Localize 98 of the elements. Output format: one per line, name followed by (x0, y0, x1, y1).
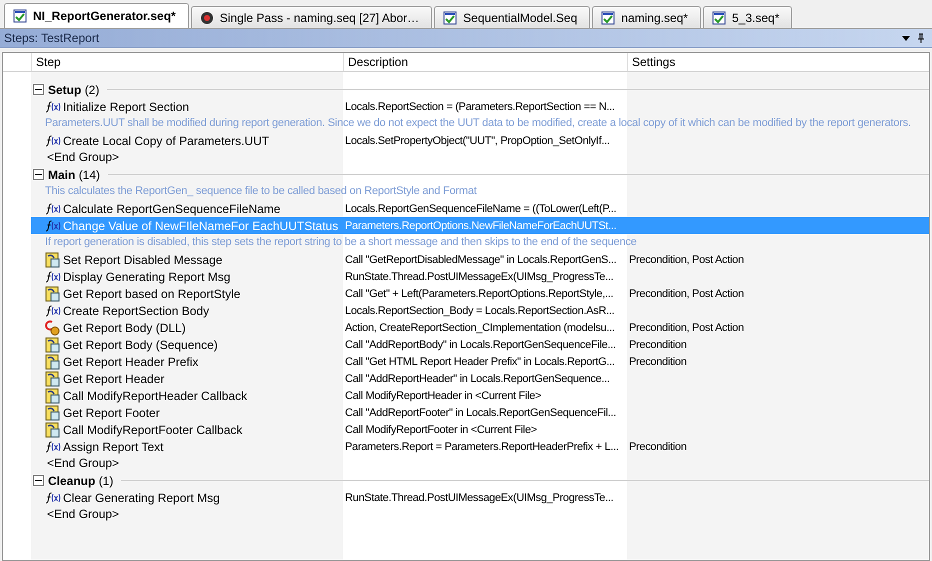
document-tab[interactable]: Single Pass - naming.seq [27] Abor… (190, 6, 432, 28)
step-name: Clear Generating Report Msg (63, 490, 220, 504)
document-call-icon (45, 336, 61, 352)
collapse-toggle[interactable] (33, 84, 44, 95)
step-name: Initialize Report Section (63, 100, 190, 114)
step-name: Get Report based on ReportStyle (63, 286, 240, 300)
step-name: Assign Report Text (63, 440, 164, 454)
step-name: Set Report Disabled Message (63, 252, 222, 266)
end-group-marker: <End Group> (46, 455, 120, 472)
step-row[interactable]: Display Generating Report Msg RunState.Thread.PostUIMessageEx(UIMsg_ProgressTe... (31, 268, 929, 285)
step-row[interactable]: Set Report Disabled Message Call "GetReportDisabledMessage" in Locals.ReportGenS... Precondition, Post Action (31, 251, 929, 268)
step-name: Call ModifyReportFooter Callback (63, 422, 242, 436)
step-description: Locals.ReportSection = (Parameters.ReportSection == N... (344, 100, 616, 112)
function-icon (45, 202, 61, 214)
step-description: Parameters.Report = Parameters.ReportHeaderPrefix + L... (344, 440, 620, 452)
step-name: Get Report Header (63, 372, 164, 386)
step-row[interactable]: Get Report based on ReportStyle Call "Get" + Left(Parameters.ReportOptions.ReportStyle,... Precondition, Post Action (31, 285, 929, 302)
function-icon (45, 270, 61, 282)
step-description: Locals.SetPropertyObject("UUT", PropOption_SetOnlyIf... (344, 134, 611, 146)
step-name: Call ModifyReportHeader Callback (63, 388, 248, 402)
end-group-marker: <End Group> (46, 149, 120, 166)
step-row[interactable]: Assign Report Text Parameters.Report = Parameters.ReportHeaderPrefix + L... Precondition (31, 438, 929, 455)
step-row[interactable]: Initialize Report Section Locals.ReportSection = (Parameters.ReportSection == N... (31, 98, 929, 115)
step-settings: Precondition, Post Action (628, 288, 745, 300)
document-check-icon (601, 10, 616, 24)
document-call-icon (45, 370, 61, 386)
step-comment: If report generation is disabled, this step sets the report string to be a short message and then skips to the end of the sequence (44, 235, 638, 250)
document-call-icon (45, 286, 61, 302)
step-settings: Precondition, Post Action (628, 254, 745, 266)
step-row[interactable]: Create Local Copy of Parameters.UUT Locals.SetPropertyObject("UUT", PropOption_SetOnlyIf... (31, 132, 929, 149)
step-description: Locals.ReportSection_Body = Locals.ReportSection.AsR... (344, 304, 616, 316)
step-name: Create Local Copy of Parameters.UUT (63, 134, 270, 148)
document-tab[interactable]: naming.seq* (592, 6, 701, 28)
step-description: Call "AddReportBody" in Locals.ReportGenSequenceFile... (344, 338, 617, 350)
function-icon (45, 304, 61, 316)
step-name: Change Value of NewFIleNameFor EachUUTStatus (63, 218, 338, 232)
step-name: Get Report Body (Sequence) (63, 338, 218, 352)
function-icon (45, 492, 61, 504)
step-name: Calculate ReportGenSequenceFileName (63, 202, 280, 216)
step-description: Action, CreateReportSection_CImplementation (modelsu... (344, 322, 616, 334)
step-description: Call "GetReportDisabledMessage" in Locals.ReportGenS... (344, 254, 618, 266)
step-settings: Precondition (628, 338, 688, 350)
group-header: Cleanup (1) (48, 474, 114, 488)
step-name: Get Report Header Prefix (63, 354, 198, 368)
step-settings: Precondition (628, 356, 688, 368)
step-row[interactable]: Get Report Body (DLL) Action, CreateReportSection_CImplementation (modelsu... Precondition, Post Action (31, 319, 929, 336)
document-call-icon (45, 354, 61, 370)
document-tab[interactable]: SequentialModel.Seq (434, 6, 590, 28)
step-row[interactable]: Clear Generating Report Msg RunState.Thread.PostUIMessageEx(UIMsg_ProgressTe... (31, 489, 929, 506)
step-description: RunState.Thread.PostUIMessageEx(UIMsg_ProgressTe... (344, 492, 614, 504)
document-call-icon (45, 252, 61, 268)
step-row[interactable]: Calculate ReportGenSequenceFileName Locals.ReportGenSequenceFileName = ((ToLower(Left(P... (31, 200, 929, 217)
end-group-marker: <End Group> (46, 506, 120, 523)
step-description: Call "Get HTML Report Header Prefix" in Locals.ReportG... (344, 356, 616, 368)
step-description: Locals.ReportGenSequenceFileName = ((ToLower(Left(P... (344, 202, 618, 214)
collapse-toggle[interactable] (33, 475, 44, 486)
step-row[interactable]: Get Report Header Call "AddReportHeader" in Locals.ReportGenSequence... (31, 370, 929, 387)
step-description: Call ModifyReportFooter in <Current File> (344, 424, 538, 436)
step-description: RunState.Thread.PostUIMessageEx(UIMsg_ProgressTe... (344, 270, 614, 282)
function-icon (45, 440, 61, 452)
step-description: Parameters.ReportOptions.NewFileNameForEachUUTSt... (344, 220, 618, 232)
document-call-icon (45, 422, 61, 438)
group-header: Main (14) (48, 168, 100, 182)
function-icon (45, 134, 61, 146)
step-description: Call "AddReportHeader" in Locals.ReportGenSequence... (344, 372, 611, 384)
step-settings: Precondition, Post Action (628, 322, 745, 334)
step-row[interactable]: Create ReportSection Body Locals.ReportSection_Body = Locals.ReportSection.AsR... (31, 302, 929, 319)
function-icon (45, 100, 61, 112)
step-name: Get Report Footer (63, 406, 160, 420)
function-icon (45, 220, 61, 232)
step-row[interactable]: Call ModifyReportFooter Callback Call ModifyReportFooter in <Current File> (31, 421, 929, 438)
collapse-toggle[interactable] (33, 169, 44, 180)
step-row[interactable]: Get Report Footer Call "AddReportFooter" in Locals.ReportGenSequenceFil... (31, 404, 929, 421)
document-check-icon (13, 9, 27, 23)
step-row[interactable]: Get Report Body (Sequence) Call "AddReportBody" in Locals.ReportGenSequenceFile... Precondition (31, 336, 929, 353)
document-call-icon (45, 388, 61, 404)
group-header: Setup (2) (48, 82, 100, 96)
step-row[interactable]: Call ModifyReportHeader Callback Call ModifyReportHeader in <Current File> (31, 387, 929, 404)
step-settings: Precondition (628, 440, 688, 452)
dropdown-pin-icon[interactable] (900, 33, 926, 43)
step-description: Call "AddReportFooter" in Locals.ReportGenSequenceFil... (344, 406, 618, 418)
step-name: Get Report Body (DLL) (63, 320, 186, 334)
step-comment: This calculates the ReportGen_ sequence file to be called based on ReportStyle and Format (44, 184, 478, 199)
step-row[interactable]: Get Report Header Prefix Call "Get HTML Report Header Prefix" in Locals.ReportG... Precondition (31, 353, 929, 370)
step-description: Call "Get" + Left(Parameters.ReportOptions.ReportStyle,... (344, 288, 614, 300)
step-name: Create ReportSection Body (63, 304, 210, 318)
panel-title: Steps: TestReport (4, 31, 100, 45)
column-header[interactable]: Settings (627, 53, 929, 71)
step-description: Call ModifyReportHeader in <Current File> (344, 390, 542, 402)
document-tab[interactable]: NI_ReportGenerator.seq* (4, 3, 189, 28)
column-header[interactable]: Step (31, 53, 343, 71)
document-check-icon (712, 10, 726, 24)
document-call-icon (45, 404, 61, 420)
column-header[interactable]: Description (343, 53, 627, 71)
step-comment: Parameters.UUT shall be modified during report generation. Since we do not expect the UUT data to be modified, create a local copy of it which can be modified by the report generators. (44, 116, 912, 131)
document-check-icon (443, 10, 458, 24)
document-tab[interactable]: 5_3.seq* (702, 6, 792, 28)
step-name: Display Generating Report Msg (63, 270, 230, 284)
